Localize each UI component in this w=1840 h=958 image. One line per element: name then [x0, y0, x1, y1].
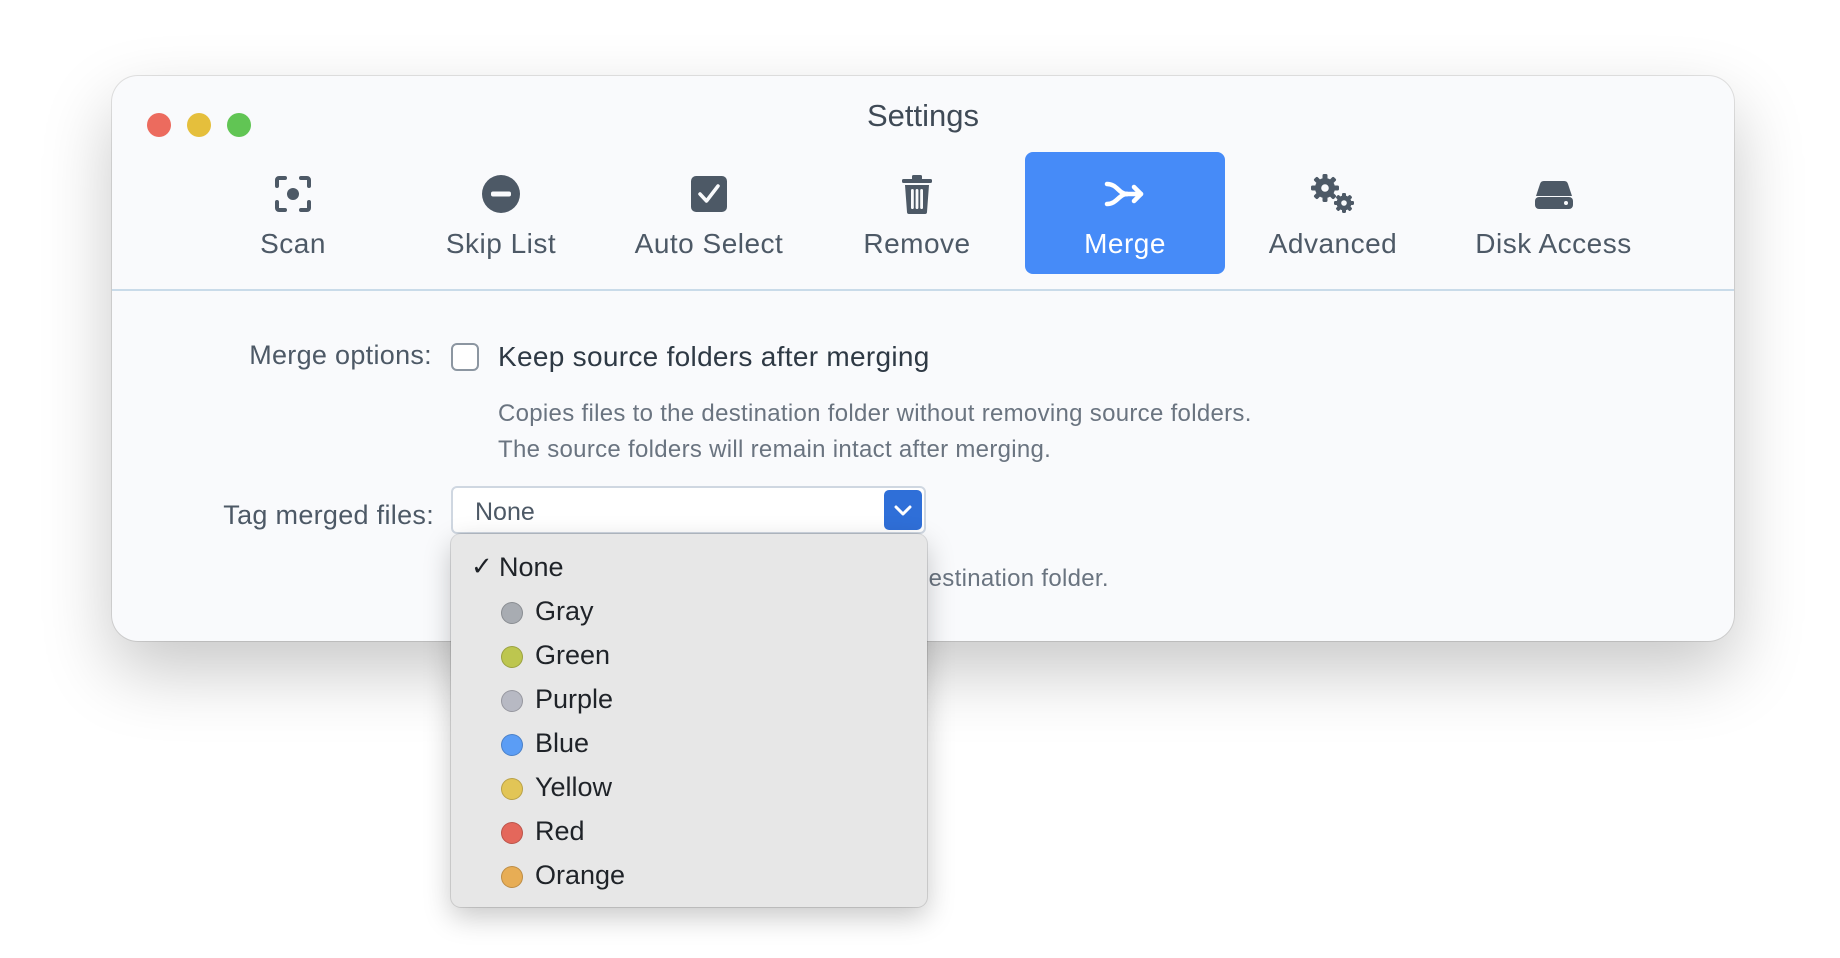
trash-icon	[902, 175, 932, 214]
window-title: Settings	[866, 98, 979, 133]
menu-item-yellow[interactable]: Yellow	[451, 766, 927, 810]
tab-skip-list[interactable]: Skip List	[401, 152, 601, 274]
merge-arrow-icon	[1104, 181, 1144, 207]
blue-tag-dot-icon	[501, 734, 523, 756]
tab-advanced-label: Advanced	[1268, 228, 1398, 259]
menu-item-label: Green	[535, 640, 611, 670]
tag-color-dropdown-menu: ✓ None Gray Green Purple Blue Yellow Red	[451, 534, 927, 907]
chevron-down-icon	[894, 505, 912, 516]
scan-icon	[275, 176, 311, 212]
yellow-tag-dot-icon	[501, 778, 523, 800]
orange-tag-dot-icon	[501, 866, 523, 888]
menu-item-orange[interactable]: Orange	[451, 854, 927, 898]
tab-advanced[interactable]: Advanced	[1233, 152, 1433, 274]
merge-options-description-line1: Copies files to the destination folder w…	[498, 400, 1252, 427]
menu-item-none[interactable]: ✓ None	[451, 546, 927, 590]
green-tag-dot-icon	[501, 646, 523, 668]
checkmark-icon: ✓	[471, 552, 493, 582]
tag-merged-files-select[interactable]: None	[451, 486, 926, 534]
red-tag-dot-icon	[501, 822, 523, 844]
tab-auto-select-label: Auto Select	[634, 228, 784, 259]
menu-item-label: Orange	[535, 860, 626, 890]
gray-tag-dot-icon	[501, 602, 523, 624]
menu-item-purple[interactable]: Purple	[451, 678, 927, 722]
keep-source-folders-checkbox[interactable]	[451, 343, 479, 371]
menu-item-red[interactable]: Red	[451, 810, 927, 854]
tab-scan-label: Scan	[260, 228, 326, 259]
minus-circle-icon	[482, 175, 520, 213]
menu-item-label: Purple	[535, 684, 614, 714]
select-arrow-button[interactable]	[884, 490, 922, 530]
tag-merged-files-description: destination folder.	[915, 565, 1109, 592]
tab-remove-label: Remove	[863, 228, 971, 259]
titlebar: Settings Scan Skip List Auto Select Remo…	[112, 76, 1734, 291]
tab-disk-access-label: Disk Access	[1475, 228, 1632, 259]
menu-item-label: Yellow	[535, 772, 613, 802]
disk-drive-icon	[1534, 180, 1573, 209]
tab-merge[interactable]: Merge	[1025, 152, 1225, 274]
menu-item-blue[interactable]: Blue	[451, 722, 927, 766]
tag-merged-files-label: Tag merged files:	[223, 500, 434, 530]
gears-icon	[1311, 174, 1354, 213]
menu-item-label: Gray	[535, 596, 594, 626]
menu-item-label: Red	[535, 816, 585, 846]
keep-source-folders-label[interactable]: Keep source folders after merging	[498, 341, 930, 373]
tab-scan[interactable]: Scan	[193, 152, 393, 274]
tab-auto-select[interactable]: Auto Select	[609, 152, 809, 274]
merge-options-label: Merge options:	[249, 340, 432, 370]
menu-item-gray[interactable]: Gray	[451, 590, 927, 634]
purple-tag-dot-icon	[501, 690, 523, 712]
tab-disk-access[interactable]: Disk Access	[1441, 152, 1666, 274]
stage: Settings Scan Skip List Auto Select Remo…	[0, 0, 1840, 958]
merge-options-description-line2: The source folders will remain intact af…	[498, 436, 1052, 463]
checkbox-checked-icon	[691, 176, 727, 212]
menu-item-label: Blue	[535, 728, 590, 758]
preferences-toolbar: Scan Skip List Auto Select Remove Merge …	[112, 152, 1734, 276]
menu-item-label: None	[499, 552, 564, 582]
tab-merge-label: Merge	[1084, 228, 1166, 259]
menu-item-green[interactable]: Green	[451, 634, 927, 678]
tab-skip-list-label: Skip List	[445, 228, 557, 259]
tab-remove[interactable]: Remove	[817, 152, 1017, 274]
tag-merged-files-value: None	[475, 498, 535, 526]
